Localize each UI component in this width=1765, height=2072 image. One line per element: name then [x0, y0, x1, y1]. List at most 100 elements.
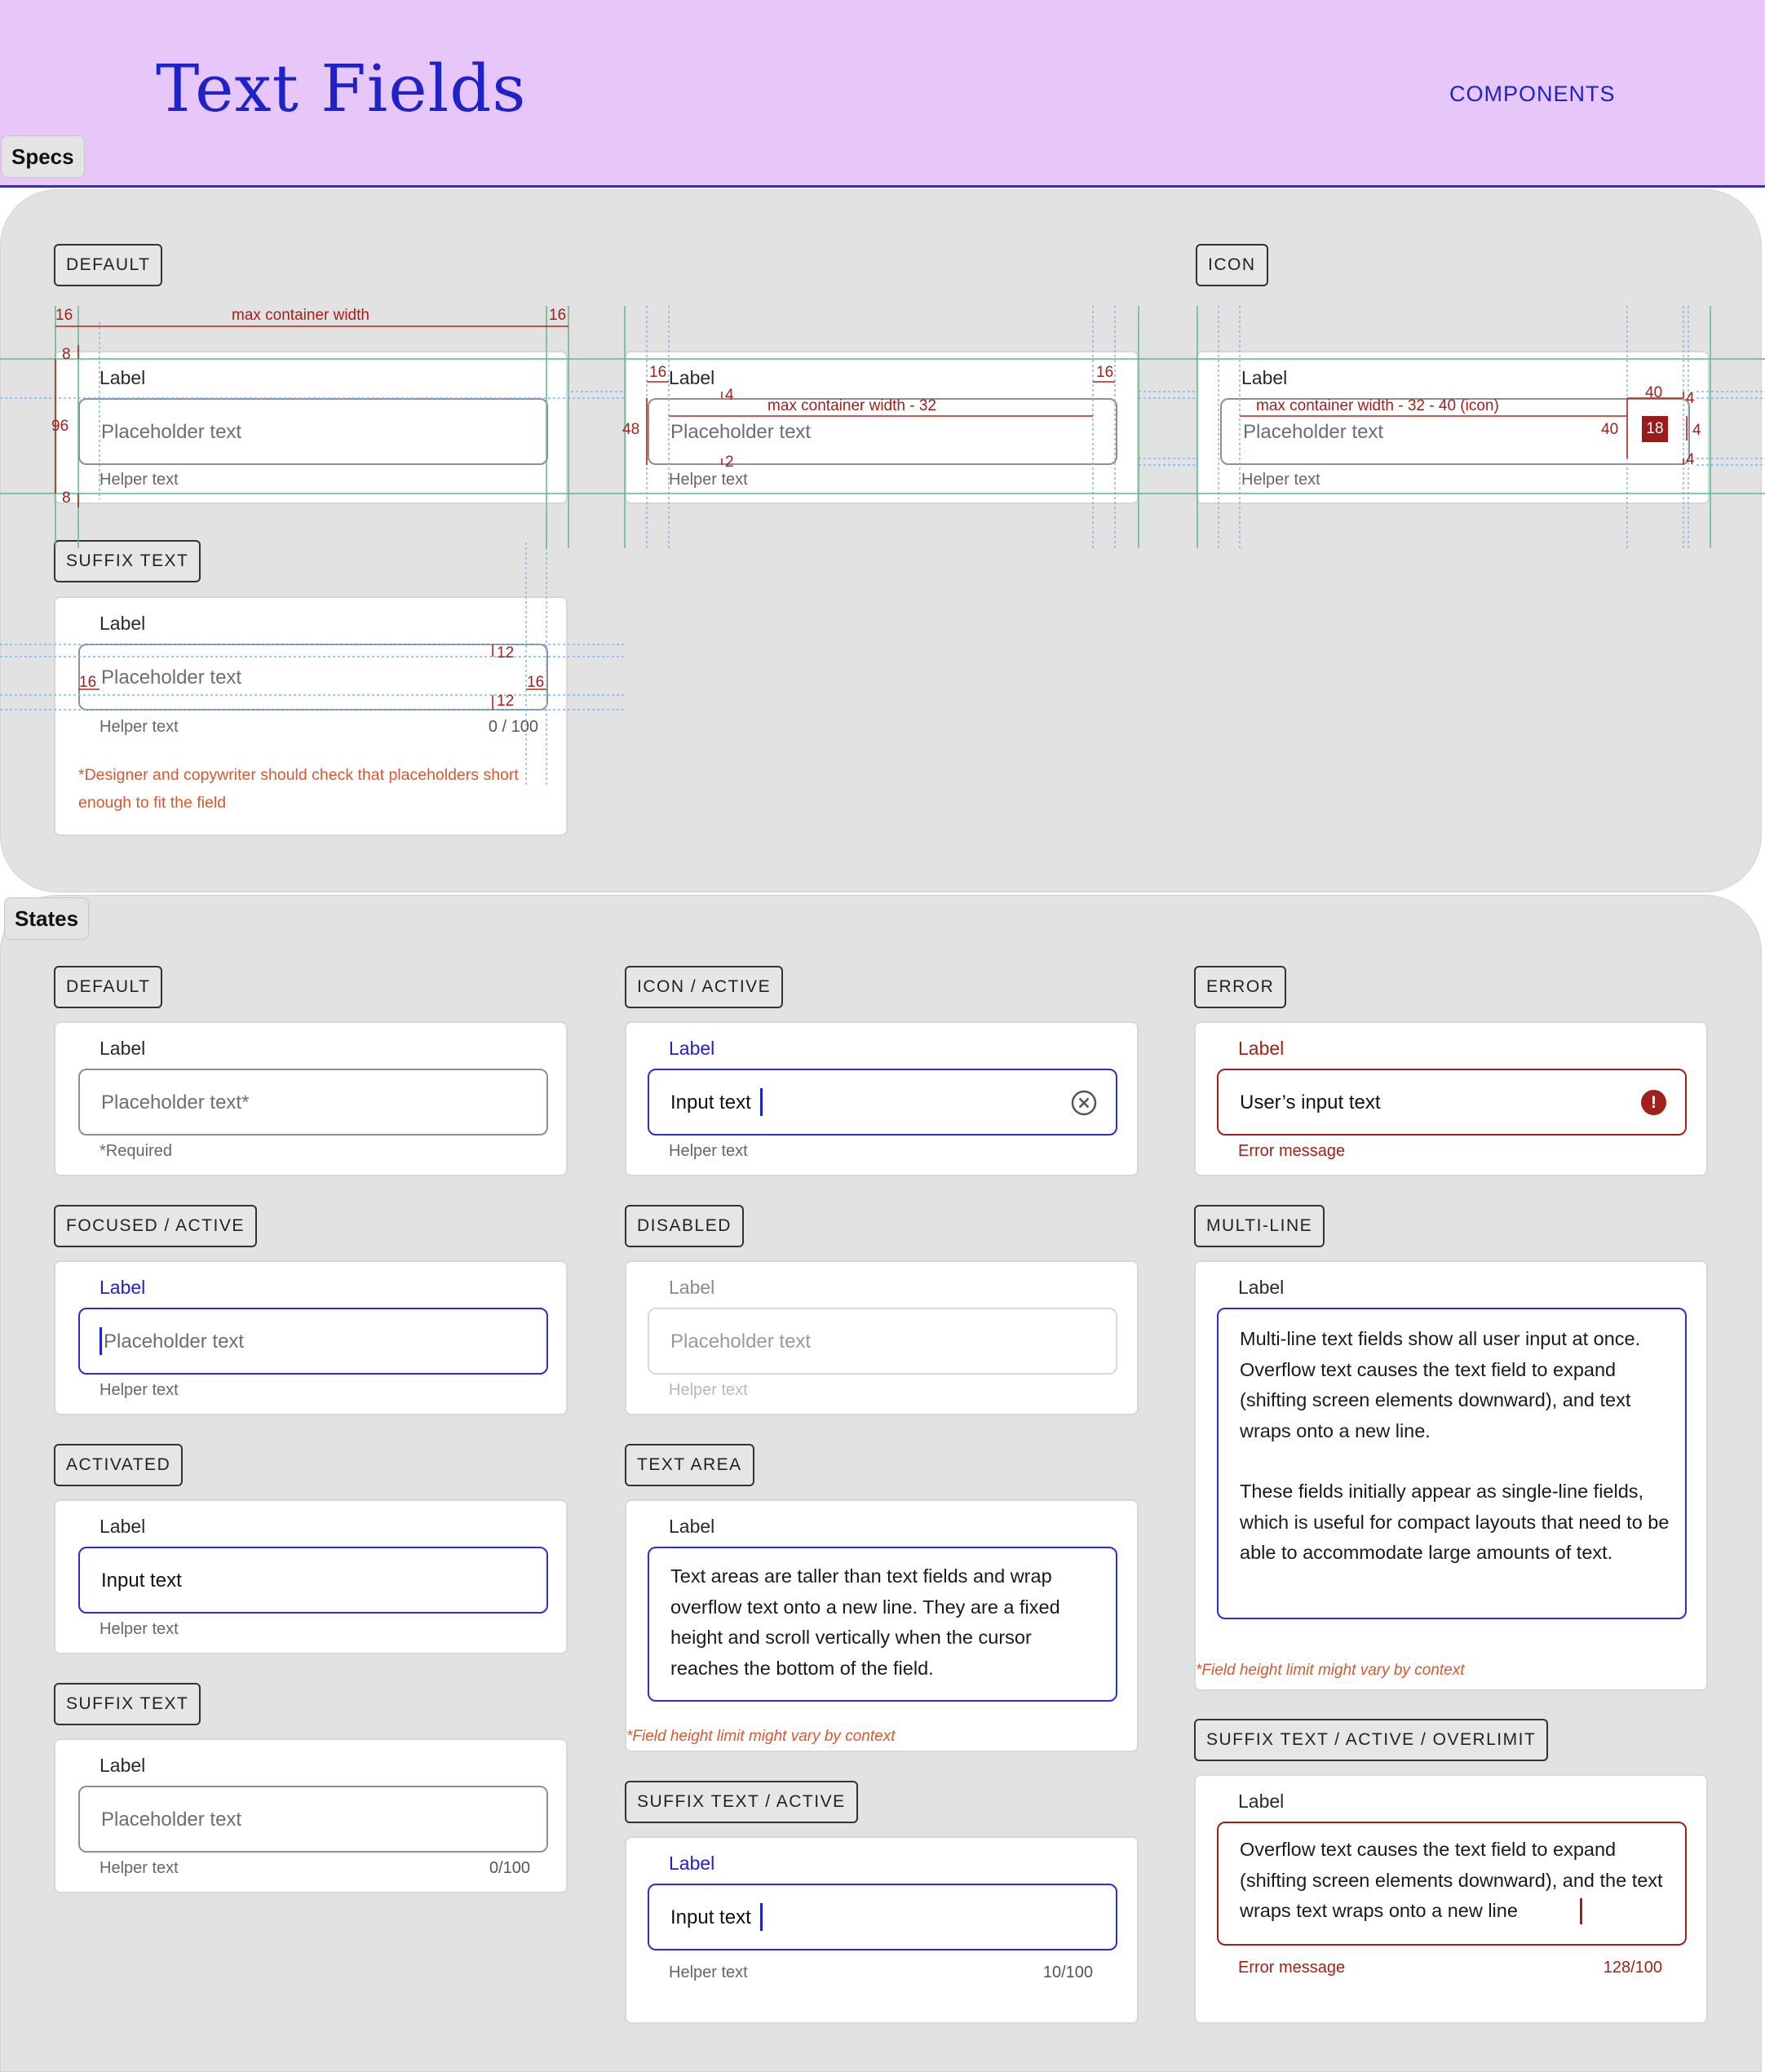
text-cursor	[1580, 1898, 1582, 1924]
field-label: Label	[669, 1038, 715, 1059]
state-textarea-tag: TEXT AREA	[625, 1444, 754, 1486]
spec-note: *Designer and copywriter should check th…	[78, 766, 519, 812]
text-field[interactable]: Input text	[78, 1547, 548, 1614]
spec-suffix-tag: SUFFIX TEXT	[54, 540, 201, 582]
anno-16: 16	[549, 307, 567, 324]
anno-2: 2	[725, 454, 734, 471]
error-message: Error message	[1238, 1142, 1346, 1160]
state-default-card: Label Placeholder text* *Required	[54, 1021, 568, 1176]
state-activated-card: Label Input text Helper text	[54, 1499, 568, 1654]
field-label: Label	[669, 367, 715, 388]
multiline-field[interactable]: Multi-line text fields show all user inp…	[1217, 1308, 1687, 1619]
state-suffix-overlimit-tag: SUFFIX TEXT / ACTIVE / OVERLIMIT	[1194, 1719, 1549, 1761]
spec-icon-card: Label Placeholder text Helper text	[1196, 351, 1710, 504]
spec-default-tag: DEFAULT	[54, 244, 163, 286]
anno-max-width-icon: max container width - 32 - 40 (icon)	[1256, 397, 1499, 414]
field-label: Label	[669, 1277, 715, 1298]
specs-section-tab[interactable]: Specs	[1, 135, 85, 178]
anno-4: 4	[1692, 422, 1701, 439]
state-focused-card: Label Placeholder text Helper text	[54, 1260, 568, 1415]
anno-16: 16	[649, 364, 667, 381]
text-field[interactable]: Input text	[648, 1069, 1117, 1136]
text-field[interactable]: Placeholder text*	[78, 1069, 548, 1136]
field-label: Label	[1238, 1791, 1285, 1812]
anno-16: 16	[527, 674, 545, 691]
spec-icon-tag: ICON	[1196, 244, 1268, 286]
input-value: User’s input text	[1240, 1091, 1381, 1113]
state-multiline-tag: MULTI-LINE	[1194, 1205, 1325, 1247]
page-header: Text Fields COMPONENTS	[0, 0, 1765, 188]
spec-suffix-card: Label Placeholder text Helper text 0 / 1…	[54, 596, 568, 836]
text-field[interactable]: Overflow text causes the text field to e…	[1217, 1822, 1687, 1946]
multiline-paragraph-1: Multi-line text fields show all user inp…	[1240, 1328, 1641, 1441]
placeholder-text: Placeholder text	[101, 1809, 242, 1831]
character-counter: 10/100	[1042, 1964, 1093, 1981]
error-message: Error message	[1238, 1959, 1346, 1977]
text-field[interactable]: Placeholder text	[78, 1308, 548, 1375]
state-error-tag: ERROR	[1194, 966, 1287, 1008]
helper-text: Helper text	[100, 1381, 179, 1399]
anno-8: 8	[62, 489, 71, 507]
field-label: Label	[1238, 1038, 1285, 1059]
helper-text: Helper text	[100, 471, 179, 489]
anno-96: 96	[51, 418, 69, 435]
text-cursor	[760, 1903, 763, 1931]
field-label: Label	[1238, 1277, 1285, 1298]
text-area[interactable]: Text areas are taller than text fields a…	[648, 1547, 1117, 1702]
input-value: Input text	[101, 1569, 182, 1592]
field-label: Label	[100, 1277, 146, 1298]
helper-text: Helper text	[669, 471, 748, 489]
text-field: Placeholder text	[648, 1308, 1117, 1375]
field-label: Label	[100, 367, 146, 388]
multiline-paragraph-2: These fields initially appear as single-…	[1240, 1481, 1670, 1563]
anno-8: 8	[62, 346, 71, 363]
clear-circle-icon[interactable]	[1070, 1089, 1098, 1117]
field-label: Label	[100, 1516, 146, 1537]
placeholder-text: Placeholder text	[670, 421, 812, 443]
state-icon-active-tag: ICON / ACTIVE	[625, 966, 784, 1008]
state-suffix-overlimit-card: Label Overflow text causes the text fiel…	[1194, 1774, 1708, 2024]
anno-16: 16	[55, 307, 73, 324]
placeholder-text: Placeholder text	[1243, 421, 1384, 443]
helper-text: Helper text	[100, 718, 179, 736]
anno-16: 16	[1096, 364, 1114, 381]
state-suffix-active-card: Label Input text Helper text 10/100	[625, 1836, 1139, 2024]
placeholder-text: Placeholder text*	[101, 1091, 250, 1113]
field-label: Label	[669, 1516, 715, 1537]
text-field[interactable]: Placeholder text	[78, 398, 548, 465]
helper-text: Helper text	[1241, 471, 1320, 489]
state-focused-tag: FOCUSED / ACTIVE	[54, 1205, 257, 1247]
state-multiline-card: Label Multi-line text fields show all us…	[1194, 1260, 1708, 1691]
anno-12: 12	[497, 693, 515, 710]
anno-40: 40	[1601, 421, 1619, 438]
placeholder-text: Placeholder text	[101, 666, 242, 688]
spec-padding-card: Label Placeholder text Helper text	[625, 351, 1139, 504]
field-label: Label	[100, 1038, 146, 1059]
text-field[interactable]: Input text	[648, 1884, 1117, 1950]
field-height-note: *Field height limit might vary by contex…	[626, 1728, 896, 1745]
anno-4: 4	[725, 387, 734, 404]
anno-max-width-32: max container width - 32	[767, 397, 936, 414]
character-counter: 0 / 100	[488, 718, 538, 736]
state-activated-tag: ACTIVATED	[54, 1444, 184, 1486]
placeholder-text: Placeholder text	[104, 1330, 245, 1353]
state-suffix-active-tag: SUFFIX TEXT / ACTIVE	[625, 1781, 858, 1823]
field-label: Label	[100, 613, 146, 634]
state-default-tag: DEFAULT	[54, 966, 163, 1008]
textarea-content: Text areas are taller than text fields a…	[670, 1565, 1060, 1679]
state-disabled-tag: DISABLED	[625, 1205, 744, 1247]
anno-max-width: max container width	[232, 307, 369, 324]
state-suffix-tag: SUFFIX TEXT	[54, 1683, 201, 1725]
anno-40: 40	[1645, 384, 1663, 401]
anno-4: 4	[1686, 390, 1695, 407]
text-cursor	[760, 1088, 763, 1116]
overlimit-content: Overflow text causes the text field to e…	[1240, 1839, 1663, 1921]
text-field[interactable]: Placeholder text	[78, 1786, 548, 1853]
error-icon: !	[1641, 1090, 1666, 1115]
text-field[interactable]: Placeholder text	[78, 644, 548, 711]
text-cursor	[100, 1327, 102, 1355]
character-counter: 128/100	[1603, 1959, 1662, 1977]
states-section-tab[interactable]: States	[4, 897, 90, 940]
text-field[interactable]: User’s input text !	[1217, 1069, 1687, 1136]
components-link[interactable]: COMPONENTS	[1449, 82, 1616, 107]
